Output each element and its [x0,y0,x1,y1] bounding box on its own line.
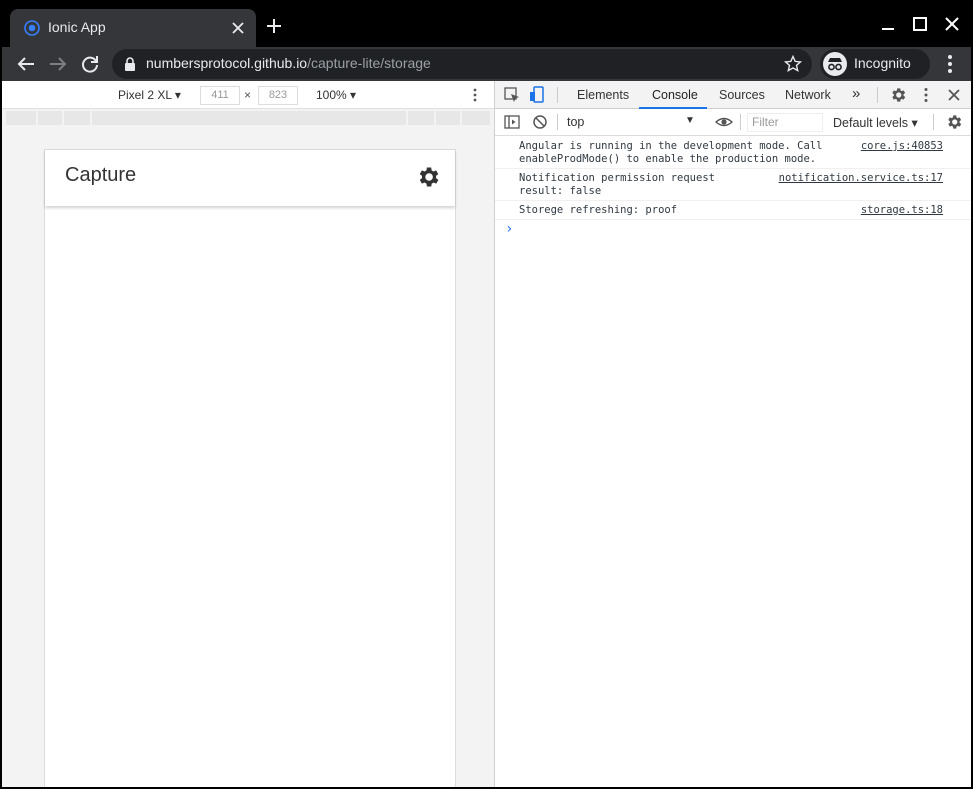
zoom-select[interactable]: 100% ▾ [316,88,356,102]
console-output: Angular is running in the development mo… [495,137,971,220]
console-message: Storege refreshing: proof storage.ts:18 [495,201,971,220]
devtools-tab-bar: Elements Console Sources Network » [495,81,971,109]
device-name: Pixel 2 XL [118,88,172,102]
settings-gear-icon[interactable] [415,164,441,190]
phone-viewport: Capture [44,149,456,787]
log-levels-select[interactable]: Default levels ▾ [833,115,918,130]
console-message: Angular is running in the development mo… [495,137,971,169]
kebab-menu-icon[interactable] [938,52,962,76]
sidebar-toggle-icon[interactable] [503,113,521,131]
app-header: Capture [45,150,455,206]
tab-elements[interactable]: Elements [577,88,629,102]
close-devtools-icon[interactable] [945,86,963,104]
inspect-element-icon[interactable] [503,86,521,104]
console-prompt[interactable]: › [505,221,513,237]
console-toolbar: top ▼ Filter Default levels ▾ [495,109,971,136]
minimize-icon[interactable] [878,14,898,34]
console-source-link[interactable]: core.js:40853 [861,140,943,153]
tab-strip: Ionic App [2,2,971,47]
browser-window: Ionic App numbersprotocol.github.io/capt… [2,2,971,787]
close-tab-icon[interactable] [228,18,248,38]
close-window-icon[interactable] [942,14,962,34]
console-message-text: Storege refreshing: proof [519,204,678,216]
incognito-badge[interactable]: Incognito [820,49,930,79]
maximize-icon[interactable] [910,14,930,34]
device-emulation-pane: Pixel 2 XL ▾ 411 × 823 100% ▾ Capture [2,81,494,787]
tab-network[interactable]: Network [785,88,831,102]
console-source-link[interactable]: notification.service.ts:17 [779,172,943,185]
incognito-icon [823,52,847,76]
console-filter-input[interactable]: Filter [747,113,823,132]
context-dropdown-icon[interactable]: ▼ [685,115,695,126]
page-title: Capture [65,164,137,186]
live-expression-eye-icon[interactable] [715,113,733,131]
console-message: Notification permission request result: … [495,169,971,201]
zoom-value: 100% [316,88,347,102]
device-select[interactable]: Pixel 2 XL ▾ [118,88,181,102]
ionic-favicon-icon [24,20,40,36]
back-arrow-icon[interactable] [14,52,38,76]
width-input[interactable]: 411 [200,86,240,105]
height-input[interactable]: 823 [258,86,298,105]
device-toolbar: Pixel 2 XL ▾ 411 × 823 100% ▾ [2,81,494,109]
console-message-text: Angular is running in the development mo… [519,140,823,165]
forward-arrow-icon[interactable] [46,52,70,76]
reload-icon[interactable] [78,52,102,76]
more-tabs-icon[interactable]: » [852,85,860,102]
bookmark-star-icon[interactable] [784,55,802,73]
log-levels-label: Default levels [833,116,909,130]
console-settings-icon[interactable] [945,113,963,131]
url-host: numbersprotocol.github.io [146,55,308,71]
device-options-icon[interactable] [468,87,482,103]
tab-title: Ionic App [48,19,106,35]
browser-tab[interactable]: Ionic App [10,9,256,47]
devtools-settings-icon[interactable] [889,86,907,104]
url-path: /capture-lite/storage [307,55,431,71]
url-text: numbersprotocol.github.io/capture-lite/s… [146,55,431,71]
context-select[interactable]: top [567,115,584,129]
new-tab-icon[interactable] [264,16,284,36]
dimension-separator: × [244,88,252,102]
console-source-link[interactable]: storage.ts:18 [861,204,943,217]
lock-icon [125,57,135,71]
address-bar[interactable]: numbersprotocol.github.io/capture-lite/s… [112,49,812,79]
devtools-panel: Elements Console Sources Network » top ▼… [495,81,971,787]
incognito-label: Incognito [854,55,911,71]
clear-console-icon[interactable] [531,113,549,131]
device-toggle-icon[interactable] [529,86,547,104]
browser-toolbar: numbersprotocol.github.io/capture-lite/s… [2,47,971,81]
tab-console[interactable]: Console [652,88,698,102]
devtools-menu-icon[interactable] [917,86,935,104]
tab-sources[interactable]: Sources [719,88,765,102]
media-query-ruler[interactable] [6,111,490,125]
